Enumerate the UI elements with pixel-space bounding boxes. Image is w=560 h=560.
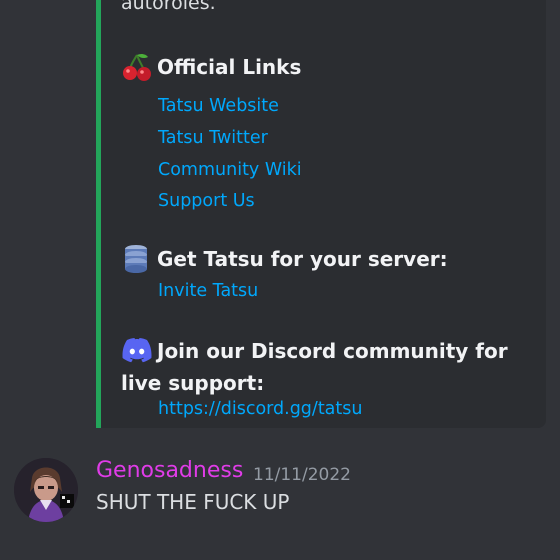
tatsu-website-link[interactable]: Tatsu Website: [158, 96, 279, 116]
get-tatsu-title: Get Tatsu for your server:: [157, 247, 448, 271]
discord-community-title: Join our Discord community for live supp…: [121, 339, 508, 395]
discord-community-heading: Join our Discord community for live supp…: [121, 335, 521, 399]
message-text: SHUT THE FUCK UP: [96, 490, 290, 514]
database-icon: [121, 244, 153, 274]
embed-cut-text: autoroles.: [121, 0, 216, 14]
username[interactable]: Genosadness: [96, 458, 243, 483]
community-wiki-link[interactable]: Community Wiki: [158, 160, 302, 180]
support-us-link[interactable]: Support Us: [158, 191, 255, 211]
discord-invite-link[interactable]: https://discord.gg/tatsu: [158, 399, 362, 419]
avatar[interactable]: [14, 458, 78, 522]
official-links-title: Official Links: [157, 55, 302, 79]
cherries-icon: [121, 52, 153, 82]
timestamp: 11/11/2022: [253, 465, 351, 485]
tatsu-twitter-link[interactable]: Tatsu Twitter: [158, 128, 268, 148]
get-tatsu-heading: Get Tatsu for your server:: [121, 244, 448, 274]
invite-tatsu-link[interactable]: Invite Tatsu: [158, 281, 258, 301]
discord-icon: [121, 337, 153, 363]
official-links-heading: Official Links: [121, 52, 301, 82]
